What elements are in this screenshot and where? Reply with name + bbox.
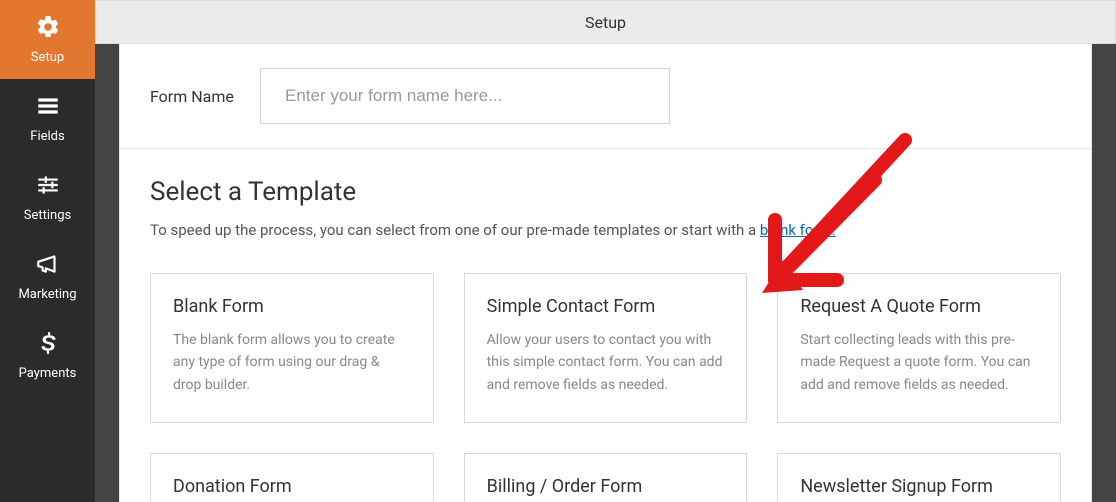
template-card-blank[interactable]: Blank Form The blank form allows you to … <box>150 273 434 423</box>
sidebar-item-marketing[interactable]: Marketing <box>0 237 95 316</box>
template-section: Select a Template To speed up the proces… <box>120 149 1091 502</box>
template-title: Newsletter Signup Form <box>800 476 1038 497</box>
template-card-simple-contact[interactable]: Simple Contact Form Allow your users to … <box>464 273 748 423</box>
list-icon <box>35 93 61 123</box>
sidebar-item-fields[interactable]: Fields <box>0 79 95 158</box>
sidebar-item-settings[interactable]: Settings <box>0 158 95 237</box>
blank-form-link[interactable]: blank form. <box>760 221 836 239</box>
topbar: Setup <box>95 0 1116 44</box>
template-title: Simple Contact Form <box>487 296 725 317</box>
megaphone-icon <box>35 251 61 281</box>
template-heading: Select a Template <box>150 177 1061 207</box>
sidebar-item-label: Marketing <box>18 287 76 302</box>
templates-grid: Blank Form The blank form allows you to … <box>150 273 1061 502</box>
template-desc: The blank form allows you to create any … <box>173 329 411 396</box>
template-desc: Start collecting leads with this pre-mad… <box>800 329 1038 396</box>
sidebar-item-label: Fields <box>30 129 64 144</box>
template-title: Blank Form <box>173 296 411 317</box>
template-card-request-quote[interactable]: Request A Quote Form Start collecting le… <box>777 273 1061 423</box>
template-card-billing[interactable]: Billing / Order Form <box>464 453 748 502</box>
sidebar-item-label: Setup <box>31 50 64 65</box>
template-subtext: To speed up the process, you can select … <box>150 221 1061 239</box>
sidebar: Setup Fields Settings Marketing Payments <box>0 0 95 502</box>
template-desc: Allow your users to contact you with thi… <box>487 329 725 396</box>
sidebar-item-setup[interactable]: Setup <box>0 0 95 79</box>
content: Form Name Select a Template To speed up … <box>119 44 1092 502</box>
template-card-newsletter[interactable]: Newsletter Signup Form <box>777 453 1061 502</box>
template-subtext-pre: To speed up the process, you can select … <box>150 221 760 239</box>
form-name-row: Form Name <box>120 44 1091 149</box>
form-name-label: Form Name <box>120 87 260 106</box>
dollar-icon <box>35 330 61 360</box>
sidebar-item-label: Payments <box>19 366 77 381</box>
template-title: Billing / Order Form <box>487 476 725 497</box>
template-title: Request A Quote Form <box>800 296 1038 317</box>
sidebar-item-payments[interactable]: Payments <box>0 316 95 395</box>
template-card-donation[interactable]: Donation Form <box>150 453 434 502</box>
sidebar-item-label: Settings <box>24 208 71 223</box>
main-panel: Setup Form Name Select a Template To spe… <box>95 0 1116 502</box>
gear-icon <box>35 14 61 44</box>
page-title: Setup <box>585 13 626 32</box>
sliders-icon <box>35 172 61 202</box>
template-title: Donation Form <box>173 476 411 497</box>
form-name-input[interactable] <box>260 68 670 124</box>
